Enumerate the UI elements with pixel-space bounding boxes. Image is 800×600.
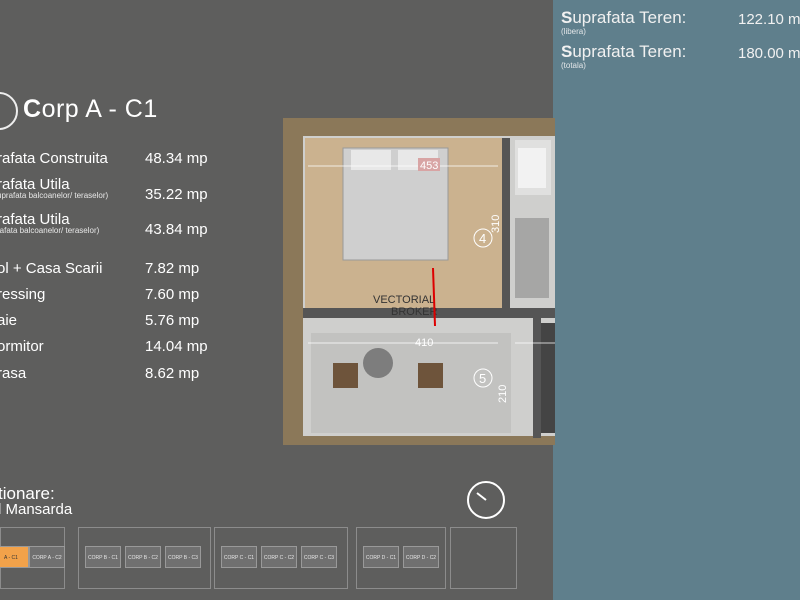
area-row: ormitor 14.04 mp (0, 338, 267, 368)
dim-label: 453 (420, 160, 438, 172)
stairs (541, 323, 555, 433)
area-note: rafata balcoanelor/ teraselor) (0, 226, 100, 235)
floor-plan: VECTORIAL BROKER 453 232 180 310 328 328… (283, 118, 747, 445)
area-name: rafata Construita (0, 150, 108, 167)
bath-floor (515, 218, 549, 298)
thumb-corp-c-c3[interactable]: CORP C - C3 (301, 546, 337, 568)
bottom-right-panel (553, 445, 800, 600)
thumb-group: CORP D - C1 CORP D - C2 (356, 527, 446, 589)
thumb-corp-c-c1[interactable]: CORP C - C1 (221, 546, 257, 568)
table (363, 348, 393, 378)
thumb-corp-d-c1[interactable]: CORP D - C1 (363, 546, 399, 568)
corp-title: Corp A - C1 (23, 95, 158, 123)
terrain-value: 180.00 m (738, 45, 800, 62)
thumb-corp-b-c2[interactable]: CORP B - C2 (125, 546, 161, 568)
area-value: 14.04 mp (145, 338, 208, 355)
thumb-corp-b-c3[interactable]: CORP B - C3 (165, 546, 201, 568)
thumb-corp-b-c1[interactable]: CORP B - C1 (85, 546, 121, 568)
tub-inner (518, 148, 546, 188)
area-value: 7.82 mp (145, 260, 200, 277)
area-value: 7.60 mp (145, 286, 200, 303)
floor-plan-drawing: VECTORIAL BROKER 453 232 180 310 328 328… (283, 118, 747, 445)
dim-label: 210 (497, 385, 509, 403)
thumb-group: A - C1 CORP A - C2 (0, 527, 65, 589)
area-name: ormitor (0, 338, 44, 355)
area-name: rasa (0, 365, 27, 382)
wall-stair (533, 318, 541, 438)
area-row: rafata Utila rafata balcoanelor/ terasel… (0, 211, 267, 241)
dim-label: 310 (490, 215, 502, 233)
area-note: uprafata balcoanelor/ teraselor) (0, 191, 109, 200)
watermark-line2: BROKER (391, 306, 438, 318)
terrain-label: Suprafata Teren: (561, 42, 687, 61)
area-value: 48.34 mp (145, 150, 208, 167)
pillow (351, 150, 391, 170)
thumb-corp-c-c2[interactable]: CORP C - C2 (261, 546, 297, 568)
dim-label: 410 (415, 337, 433, 349)
area-row: rafata Utila uprafata balcoanelor/ teras… (0, 176, 267, 206)
room-number: 5 (479, 371, 486, 386)
thumb-corp-a-c1[interactable]: A - C1 (0, 546, 29, 568)
area-name: ressing (0, 286, 46, 303)
area-value: 8.62 mp (145, 365, 200, 382)
chair (333, 363, 358, 388)
compass-needle (476, 492, 487, 501)
thumb-corp-a-c2[interactable]: CORP A - C2 (29, 546, 65, 568)
thumb-group: CORP B - C1 CORP B - C2 CORP B - C3 (78, 527, 211, 589)
section-subheading: l Mansarda (0, 501, 73, 518)
area-name: ol + Casa Scarii (0, 260, 103, 277)
chair (418, 363, 443, 388)
corp-icon (0, 92, 18, 130)
corp-navigator: A - C1 CORP A - C2 CORP B - C1 CORP B - … (0, 527, 560, 589)
watermark-line1: VECTORIAL (373, 294, 435, 306)
room-number: 4 (479, 231, 486, 246)
thumb-group (450, 527, 517, 589)
compass-icon (467, 481, 505, 519)
terrain-value: 122.10 m (738, 11, 800, 28)
thumb-group: CORP C - C1 CORP C - C2 CORP C - C3 (214, 527, 348, 589)
terrain-sub: (totala) (561, 61, 586, 70)
area-value: 43.84 mp (145, 221, 208, 238)
wall-bath (502, 138, 510, 308)
area-row: rasa 8.62 mp (0, 365, 267, 395)
terrain-sub: (libera) (561, 27, 586, 36)
thumb-corp-d-c2[interactable]: CORP D - C2 (403, 546, 439, 568)
terrain-label: Suprafata Teren: (561, 8, 687, 27)
area-value: 35.22 mp (145, 186, 208, 203)
area-value: 5.76 mp (145, 312, 200, 329)
area-name: aie (0, 312, 18, 329)
